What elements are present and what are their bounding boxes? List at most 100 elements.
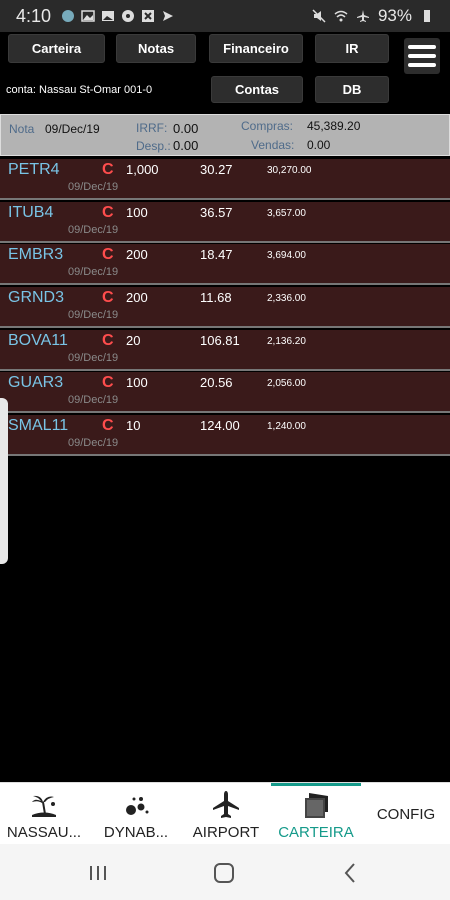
irrf-label: IRRF:	[136, 121, 168, 135]
tab-dynab-label: DYNAB...	[103, 824, 169, 841]
trade-row[interactable]: ITUB4 C 100 36.57 3,657.00 09/Dec/19	[0, 201, 450, 243]
trade-row[interactable]: GRND3 C 200 11.68 2,336.00 09/Dec/19	[0, 287, 450, 329]
tab-nassau[interactable]: NASSAU...	[0, 783, 88, 845]
trade-qty: 20	[126, 332, 141, 348]
menu-icon	[408, 45, 436, 49]
trade-total: 3,657.00	[267, 207, 306, 219]
menu-button[interactable]	[404, 38, 440, 74]
trade-price: 106.81	[200, 332, 240, 348]
desp-value: 0.00	[173, 138, 199, 153]
trade-type: C	[102, 331, 114, 349]
trade-type: C	[102, 246, 114, 264]
trade-price: 11.68	[200, 290, 232, 306]
tab-dynab[interactable]: DYNAB...	[92, 783, 180, 845]
dots-icon	[126, 797, 149, 815]
battery-icon	[424, 10, 430, 22]
compras-label: Compras:	[241, 119, 294, 133]
trade-price: 20.56	[200, 375, 233, 391]
trade-row[interactable]: GUAR3 C 100 20.56 2,056.00 09/Dec/19	[0, 372, 450, 414]
tab-carteira-label: CARTEIRA	[278, 824, 354, 841]
trade-qty: 100	[126, 204, 148, 220]
trade-qty: 1,000	[126, 162, 159, 177]
irrf-value: 0.00	[173, 121, 199, 136]
recent-apps-icon[interactable]	[85, 860, 111, 886]
notas-button[interactable]: Notas	[116, 34, 196, 63]
tab-nassau-label: NASSAU...	[6, 824, 82, 841]
trade-total: 2,056.00	[267, 378, 306, 390]
wifi-icon	[334, 10, 348, 22]
nota-date: 09/Dec/19	[45, 122, 100, 136]
db-button[interactable]: DB	[315, 76, 389, 103]
airplane-mode-icon	[356, 10, 369, 22]
trade-row[interactable]: SMAL11 C 10 124.00 1,240.00 09/Dec/19	[0, 415, 450, 457]
mute-icon	[312, 9, 326, 23]
trade-type: C	[102, 374, 114, 392]
app-notification-icon	[62, 10, 75, 22]
trade-ticker: PETR4	[8, 161, 60, 178]
tab-airport[interactable]: AIRPORT	[183, 783, 269, 845]
trade-date: 09/Dec/19	[68, 437, 119, 450]
status-right: 93%	[312, 6, 434, 26]
home-icon[interactable]	[211, 860, 237, 886]
send-notification-icon	[163, 11, 174, 21]
wallet-icon	[305, 793, 328, 818]
trade-row[interactable]: PETR4 C 1,000 30.27 30,270.00 09/Dec/19	[0, 159, 450, 200]
financeiro-button[interactable]: Financeiro	[209, 34, 303, 63]
trade-qty: 10	[126, 418, 141, 434]
trade-price: 124.00	[200, 418, 240, 434]
trade-type: C	[102, 289, 114, 307]
ir-button[interactable]: IR	[315, 34, 389, 63]
compras-value: 45,389.20	[307, 119, 361, 133]
trade-date: 09/Dec/19	[68, 181, 119, 193]
trade-total: 2,136.20	[267, 335, 306, 347]
trade-total: 30,270.00	[267, 165, 312, 176]
trade-price: 18.47	[200, 247, 233, 263]
trade-ticker: GRND3	[8, 289, 65, 307]
trade-qty: 200	[126, 290, 148, 306]
carteira-button[interactable]: Carteira	[8, 34, 105, 63]
tab-carteira[interactable]: CARTEIRA	[271, 783, 361, 845]
airplane-icon	[213, 791, 239, 818]
trade-row[interactable]: EMBR3 C 200 18.47 3,694.00 09/Dec/19	[0, 244, 450, 286]
trade-date: 09/Dec/19	[68, 351, 119, 364]
drawer-handle[interactable]	[0, 398, 8, 564]
trade-date: 09/Dec/19	[68, 394, 119, 407]
ball-notification-icon	[122, 10, 135, 22]
trade-date: 09/Dec/19	[68, 309, 119, 322]
trade-price: 30.27	[200, 162, 233, 177]
image-notification-icon	[81, 10, 95, 22]
desp-label: Desp.:	[136, 139, 171, 153]
photo-notification-icon	[102, 11, 115, 21]
notification-icons	[61, 9, 175, 23]
island-icon	[32, 795, 56, 817]
x-notification-icon	[142, 10, 155, 22]
vendas-label: Vendas:	[251, 138, 295, 152]
tab-config[interactable]: CONFIG	[362, 783, 450, 845]
trade-total: 2,336.00	[267, 293, 306, 305]
trade-qty: 100	[126, 375, 148, 391]
trade-ticker: GUAR3	[8, 374, 64, 392]
battery-percent: 93%	[377, 6, 412, 25]
trade-ticker: EMBR3	[8, 246, 64, 264]
vendas-value: 0.00	[307, 138, 331, 152]
trade-row[interactable]: BOVA11 C 20 106.81 2,136.20 09/Dec/19	[0, 329, 450, 371]
trade-date: 09/Dec/19	[68, 223, 119, 236]
status-bar: 4:10 93%	[0, 0, 450, 32]
account-label: conta: Nassau St-Omar 001-0	[6, 84, 153, 96]
tab-airport-label: AIRPORT	[192, 824, 260, 841]
nota-summary: Nota 09/Dec/19 IRRF: 0.00 Desp.: 0.00 Co…	[0, 114, 450, 156]
bottom-nav: NASSAU... DYNAB... AIRPORT CARTEIRA CONF…	[0, 782, 450, 844]
trade-list: PETR4 C 1,000 30.27 30,270.00 09/Dec/19 …	[0, 159, 450, 458]
trade-date: 09/Dec/19	[68, 266, 119, 279]
trade-ticker: BOVA11	[8, 331, 68, 349]
trade-ticker: SMAL11	[8, 417, 69, 435]
trade-type: C	[102, 161, 114, 178]
trade-type: C	[102, 417, 114, 435]
trade-ticker: ITUB4	[8, 203, 54, 221]
contas-button[interactable]: Contas	[211, 76, 303, 103]
tab-config-label: CONFIG	[376, 805, 436, 823]
trade-total: 1,240.00	[267, 421, 306, 433]
system-nav-bar	[0, 844, 450, 900]
back-icon[interactable]	[338, 860, 364, 886]
trade-qty: 200	[126, 247, 148, 263]
